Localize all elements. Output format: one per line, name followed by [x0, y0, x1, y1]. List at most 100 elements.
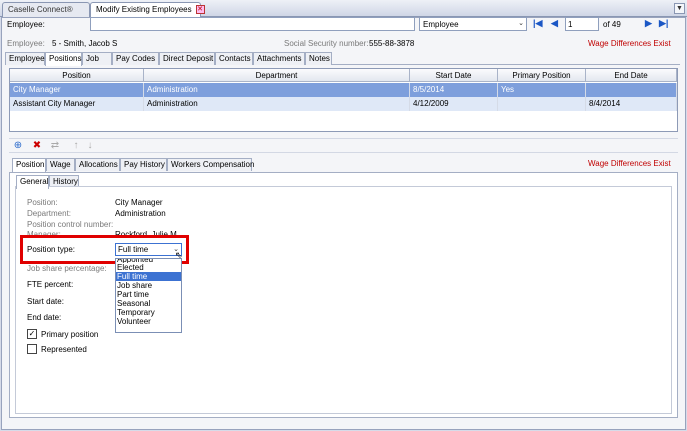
dropdown-option[interactable]: Elected — [116, 263, 181, 272]
dropdown-option[interactable]: Full time — [116, 272, 181, 281]
document-tab-strip: Caselle Connect® Modify Existing Employe… — [0, 0, 687, 17]
record-number-value: 1 — [568, 20, 573, 29]
tab-position[interactable]: Position — [12, 158, 46, 172]
tab-contacts[interactable]: Contacts — [215, 52, 253, 65]
info-employee-value: 5 - Smith, Jacob S — [52, 39, 118, 48]
department-label: Department: — [27, 209, 72, 218]
position-detail-tab-bar: Position Wage Allocations Pay History Wo… — [12, 158, 678, 172]
first-record-icon[interactable]: |◀ — [533, 18, 542, 29]
tab-label: Notes — [309, 54, 330, 63]
tab-label: Allocations — [79, 160, 118, 169]
tab-workers-compensation[interactable]: Workers Compensation — [167, 158, 255, 171]
tab-positions[interactable]: Positions — [45, 52, 82, 66]
close-icon[interactable]: ✕ — [195, 5, 205, 15]
dropdown-option[interactable]: Part time — [116, 290, 181, 299]
delete-row-icon[interactable]: ✖ — [31, 140, 43, 152]
search-type-value: Employee — [423, 20, 459, 29]
column-header-start-date[interactable]: Start Date — [410, 69, 498, 82]
chevron-down-icon[interactable]: ▼ — [674, 3, 685, 14]
job-share-label: Job share percentage: — [27, 264, 107, 273]
column-header-primary-position[interactable]: Primary Position — [498, 69, 586, 82]
main-tab-bar: Employee Positions Job Pay Codes Direct … — [5, 52, 680, 66]
copy-row-icon[interactable]: ⇄ — [49, 140, 61, 152]
cell-primary — [498, 97, 586, 111]
ssn-label: Social Security number: — [284, 39, 369, 48]
tab-job[interactable]: Job — [82, 52, 112, 65]
end-date-label: End date: — [27, 313, 62, 322]
grid-toolbar: ⊕ ✖ ⇄ ↑ ↓ — [9, 138, 678, 153]
tab-label: Contacts — [219, 54, 251, 63]
tab-pay-codes[interactable]: Pay Codes — [112, 52, 159, 65]
dropdown-option[interactable]: Seasonal — [116, 299, 181, 308]
position-control-label: Position control number: — [27, 220, 114, 229]
doc-tab-modify-employees[interactable]: Modify Existing Employees ✕ — [90, 2, 205, 17]
primary-position-label: Primary position — [41, 330, 99, 339]
dropdown-option[interactable]: Job share — [116, 281, 181, 290]
move-up-icon[interactable]: ↑ — [70, 140, 82, 152]
next-record-icon[interactable]: ▶ — [645, 18, 652, 29]
doc-tab-caselle-connect[interactable]: Caselle Connect® — [2, 2, 90, 17]
last-record-icon[interactable]: ▶| — [659, 18, 668, 29]
mouse-pointer-icon: ⇖ — [175, 250, 183, 260]
add-row-icon[interactable]: ⊕ — [12, 140, 24, 152]
doc-tab-label: Modify Existing Employees — [96, 5, 192, 14]
move-down-icon[interactable]: ↓ — [84, 140, 96, 152]
tab-direct-deposit[interactable]: Direct Deposit — [159, 52, 215, 65]
tab-label: Wage — [50, 160, 71, 169]
department-value: Administration — [115, 209, 166, 218]
tab-employee[interactable]: Employee — [5, 52, 45, 65]
cell-end-date — [586, 83, 677, 97]
table-row[interactable]: Assistant City Manager Administration 4/… — [10, 97, 677, 111]
cell-start-date: 4/12/2009 — [410, 97, 498, 111]
tab-label: General — [20, 177, 49, 186]
cell-department: Administration — [144, 97, 410, 111]
tab-label: Pay Codes — [116, 54, 156, 63]
tab-wage[interactable]: Wage — [46, 158, 75, 171]
tab-label: Employee — [9, 54, 45, 63]
record-total: of 49 — [603, 20, 621, 29]
start-date-label: Start date: — [27, 297, 64, 306]
column-header-department[interactable]: Department — [144, 69, 410, 82]
employee-search-label: Employee: — [7, 20, 45, 29]
dropdown-option[interactable]: Temporary — [116, 308, 181, 317]
represented-checkbox[interactable] — [27, 344, 37, 354]
employee-search-input[interactable] — [90, 17, 415, 31]
tab-allocations[interactable]: Allocations — [75, 158, 120, 171]
doc-tab-label: Caselle Connect® — [8, 5, 73, 14]
cell-department: Administration — [144, 83, 410, 97]
primary-position-checkbox[interactable]: ✓ — [27, 329, 37, 339]
tab-label: Attachments — [257, 54, 302, 63]
tab-label: Pay History — [124, 160, 165, 169]
positions-grid: Position Department Start Date Primary P… — [9, 68, 678, 132]
cell-primary: Yes — [498, 83, 586, 97]
tab-attachments[interactable]: Attachments — [253, 52, 305, 65]
represented-label: Represented — [41, 345, 87, 354]
tab-label: Workers Compensation — [171, 160, 255, 169]
tab-general[interactable]: General — [16, 175, 49, 189]
wage-differences-warning: Wage Differences Exist — [588, 39, 671, 48]
search-type-select[interactable]: Employee ⌄ — [419, 17, 527, 31]
position-label: Position: — [27, 198, 58, 207]
record-number-input[interactable]: 1 — [565, 17, 599, 31]
dropdown-option[interactable]: Volunteer — [116, 317, 181, 326]
cell-end-date: 8/4/2014 — [586, 97, 677, 111]
position-value: City Manager — [115, 198, 163, 207]
tab-label: Direct Deposit — [163, 54, 214, 63]
cell-position: Assistant City Manager — [10, 97, 144, 111]
fte-percent-label: FTE percent: — [27, 280, 74, 289]
column-header-end-date[interactable]: End Date — [586, 69, 677, 82]
tab-label: Positions — [49, 54, 82, 63]
tab-label: History — [53, 177, 78, 186]
column-header-position[interactable]: Position — [10, 69, 144, 82]
position-type-dropdown-list[interactable]: Appointed Elected Full time Job share Pa… — [115, 258, 182, 333]
ssn-value: 555-88-3878 — [369, 39, 415, 48]
tab-notes[interactable]: Notes — [305, 52, 332, 65]
info-employee-label: Employee: — [7, 39, 45, 48]
sub-wage-differences-warning: Wage Differences Exist — [588, 159, 671, 168]
tab-label: Job — [86, 54, 99, 63]
cell-start-date: 8/5/2014 — [410, 83, 498, 97]
table-row[interactable]: City Manager Administration 8/5/2014 Yes — [10, 83, 677, 97]
tab-pay-history[interactable]: Pay History — [120, 158, 167, 171]
tab-label: Position — [16, 160, 45, 169]
previous-record-icon[interactable]: ◀ — [551, 18, 558, 29]
